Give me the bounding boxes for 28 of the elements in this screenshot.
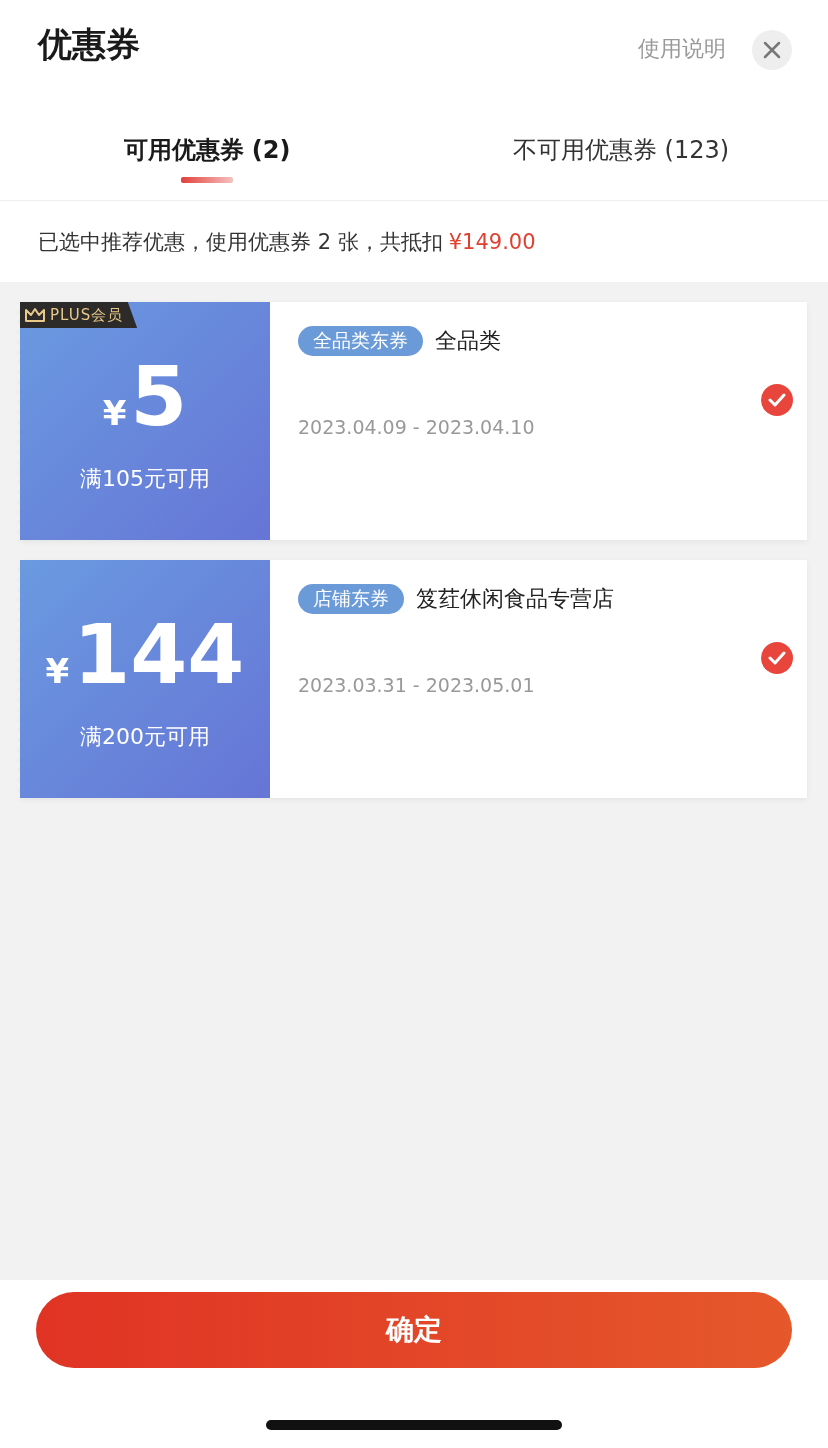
check-circle[interactable] — [761, 384, 793, 416]
validity-period: 2023.03.31 - 2023.05.01 — [298, 674, 536, 696]
validity-period: 2023.04.09 - 2023.04.10 — [298, 416, 536, 438]
discount-amount: ¥149.00 — [448, 229, 536, 254]
coupon-amount: 144 — [73, 614, 245, 696]
usage-condition: 满200元可用 — [80, 723, 210, 751]
check-icon — [768, 651, 786, 665]
coupon-tab[interactable]: 可用优惠券 (2) — [0, 100, 414, 200]
coupon-type-tag: 店铺东券 — [298, 584, 404, 614]
coupon-amount: 5 — [130, 356, 188, 438]
coupon-card[interactable]: ¥144 满200元可用 店铺东券 笈荭休闲食品专营店 2023.03.31 - 2023.05.01 — [20, 560, 807, 798]
coupon-scope: 笈荭休闲食品专营店 — [416, 585, 614, 613]
confirm-button[interactable]: 确定 — [36, 1292, 792, 1368]
close-button[interactable] — [752, 30, 792, 70]
usage-condition: 满105元可用 — [80, 465, 210, 493]
check-icon — [768, 393, 786, 407]
close-icon — [763, 41, 781, 59]
coupon-tab[interactable]: 不可用优惠券 (123) — [414, 100, 828, 200]
currency-sign: ¥ — [102, 393, 127, 433]
coupon-type-tag: 全品类东券 — [298, 326, 423, 356]
crown-icon — [24, 307, 46, 323]
member-badge: PLUS会员 — [20, 302, 138, 328]
check-circle[interactable] — [761, 642, 793, 674]
currency-sign: ¥ — [45, 651, 70, 691]
coupon-scope: 全品类 — [435, 327, 501, 355]
summary-text: 已选中推荐优惠，使用优惠券 2 张，共抵扣 — [38, 228, 443, 256]
coupon-card[interactable]: PLUS会员 ¥5 满105元可用 全品类东券 全品类 2023.04.09 - 2023.04.10 — [20, 302, 807, 540]
sheet-title: 优惠券 — [38, 23, 141, 66]
